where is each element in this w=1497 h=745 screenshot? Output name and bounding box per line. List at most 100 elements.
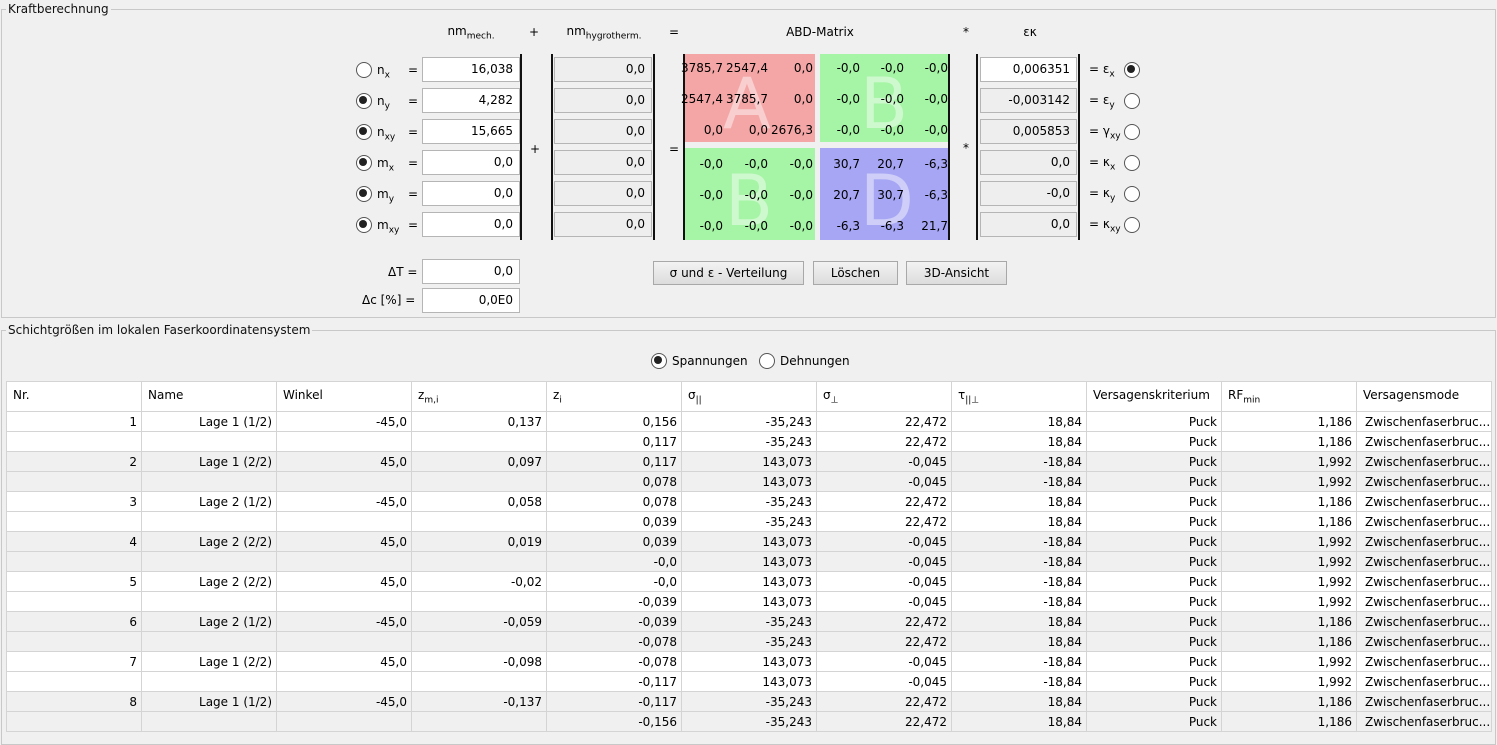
table-cell: Zwischenfaserbruc... xyxy=(1356,691,1492,712)
column-header-5[interactable]: σ|| xyxy=(681,381,817,412)
table-cell: Puck xyxy=(1086,591,1222,612)
table-cell: Lage 2 (1/2) xyxy=(141,611,277,632)
eps-y-field: -0,003142 xyxy=(980,88,1077,113)
eps-y-radio[interactable] xyxy=(1124,93,1140,109)
abd-cell: 3785,7 xyxy=(726,92,768,106)
table-row[interactable]: -0,117 143,073 -0,045 -18,84 Puck 1,992 Zwisch… xyxy=(6,671,1492,692)
table-cell: 2 xyxy=(6,451,142,472)
loeschen-button[interactable]: Löschen xyxy=(813,261,898,285)
table-cell: Zwischenfaserbruc... xyxy=(1356,631,1492,652)
table-row[interactable]: -0,078 -35,243 22,472 18,84 Puck 1,186 Zwische… xyxy=(6,631,1492,652)
load-mx-radio[interactable] xyxy=(356,155,372,171)
eps-xy-radio[interactable] xyxy=(1124,124,1140,140)
table-cell: 18,84 xyxy=(951,691,1087,712)
table-cell: 7 xyxy=(6,651,142,672)
table-cell: -18,84 xyxy=(951,651,1087,672)
abd-cell: -6,3 xyxy=(924,188,948,202)
load-my-radio[interactable] xyxy=(356,186,372,202)
column-header-6[interactable]: σ⊥ xyxy=(816,381,952,412)
table-cell: Puck xyxy=(1086,671,1222,692)
load-nx-mech-field[interactable]: 16,038 xyxy=(422,57,520,82)
load-nxy-mech-field[interactable]: 15,665 xyxy=(422,119,520,144)
table-row[interactable]: 6 Lage 2 (1/2) -45,0 -0,059 -0,039 -35,243 22,… xyxy=(6,611,1492,632)
table-cell: 6 xyxy=(6,611,142,632)
load-my-mech-field[interactable]: 0,0 xyxy=(422,181,520,206)
table-cell: 143,073 xyxy=(681,671,817,692)
eps-xy-label: = κxy xyxy=(1089,217,1121,235)
table-cell: Puck xyxy=(1086,431,1222,452)
table-cell: -0,045 xyxy=(816,451,952,472)
table-cell: Zwischenfaserbruc... xyxy=(1356,531,1492,552)
table-cell: 22,472 xyxy=(816,491,952,512)
abd-cell: 0,0 xyxy=(703,123,723,137)
column-header-9[interactable]: RFmin xyxy=(1221,381,1357,412)
eps-xy-field: 0,005853 xyxy=(980,119,1077,144)
table-row[interactable]: 0,078 143,073 -0,045 -18,84 Puck 1,992 Zwische… xyxy=(6,471,1492,492)
table-row[interactable]: 5 Lage 2 (2/2) 45,0 -0,02 -0,0 143,073 -0,045-… xyxy=(6,571,1492,592)
load-ny-label: ny xyxy=(377,94,390,112)
3d-ansicht-button[interactable]: 3D-Ansicht xyxy=(906,261,1007,285)
eps-x-radio[interactable] xyxy=(1124,62,1140,78)
column-header-10[interactable]: Versagensmode xyxy=(1356,381,1492,412)
dehnungen-label[interactable]: Dehnungen xyxy=(780,354,850,368)
table-cell: -45,0 xyxy=(276,411,412,432)
abd-cell: 30,7 xyxy=(877,188,904,202)
column-header-2[interactable]: Winkel xyxy=(276,381,412,412)
table-cell: 143,073 xyxy=(681,591,817,612)
table-cell: 1,992 xyxy=(1221,551,1357,572)
equals-header: = xyxy=(668,25,680,39)
column-header-0[interactable]: Nr. xyxy=(6,381,142,412)
abd-cell: -0,0 xyxy=(789,219,813,233)
table-cell: 1,186 xyxy=(1221,431,1357,452)
table-cell: 18,84 xyxy=(951,491,1087,512)
eps-x-radio[interactable] xyxy=(1124,155,1140,171)
table-row[interactable]: 2 Lage 1 (2/2) 45,0 0,097 0,117 143,073 -0,045… xyxy=(6,451,1492,472)
table-header-row: Nr. Name Winkel zm,i zi σ|| σ⊥ τ||⊥ Versagenskri… xyxy=(6,381,1492,412)
table-cell: -0,045 xyxy=(816,591,952,612)
eps-xy-radio[interactable] xyxy=(1124,217,1140,233)
eps-x-field[interactable]: 0,006351 xyxy=(980,57,1077,82)
column-header-1[interactable]: Name xyxy=(141,381,277,412)
delta-t-field[interactable]: 0,0 xyxy=(422,259,520,284)
table-row[interactable]: -0,156 -35,243 22,472 18,84 Puck 1,186 Zwische… xyxy=(6,711,1492,732)
table-row[interactable]: 8 Lage 1 (1/2) -45,0 -0,137 -0,117 -35,243 22,… xyxy=(6,691,1492,712)
table-row[interactable]: 0,117 -35,243 22,472 18,84 Puck 1,186 Zwischen… xyxy=(6,431,1492,452)
load-ny-radio[interactable] xyxy=(356,93,372,109)
table-cell: 45,0 xyxy=(276,451,412,472)
load-nx-radio[interactable] xyxy=(356,62,372,78)
load-ny-mech-field[interactable]: 4,282 xyxy=(422,88,520,113)
load-mx-mech-field[interactable]: 0,0 xyxy=(422,150,520,175)
column-header-8[interactable]: Versagenskriterium xyxy=(1086,381,1222,412)
sigma-epsilon-verteilung-button[interactable]: σ und ε - Verteilung xyxy=(653,261,804,285)
bracket xyxy=(551,54,553,240)
table-cell: -0,039 xyxy=(546,611,682,632)
table-cell: Puck xyxy=(1086,711,1222,732)
plus-header: + xyxy=(528,25,540,39)
eps-y-radio[interactable] xyxy=(1124,186,1140,202)
spannungen-label[interactable]: Spannungen xyxy=(672,354,748,368)
table-row[interactable]: 3 Lage 2 (1/2) -45,0 0,058 0,078 -35,243 22,47… xyxy=(6,491,1492,512)
table-cell: Zwischenfaserbruc... xyxy=(1356,651,1492,672)
abd-cell: 0,0 xyxy=(748,123,768,137)
column-header-3[interactable]: zm,i xyxy=(411,381,547,412)
load-mxy-label: mxy xyxy=(377,218,400,236)
table-cell: 0,039 xyxy=(546,511,682,532)
column-header-7[interactable]: τ||⊥ xyxy=(951,381,1087,412)
delta-c-field[interactable]: 0,0E0 xyxy=(422,288,520,313)
load-mxy-radio[interactable] xyxy=(356,217,372,233)
table-row[interactable]: 7 Lage 1 (2/2) 45,0 -0,098 -0,078 143,073 -0,0… xyxy=(6,651,1492,672)
dehnungen-radio[interactable] xyxy=(759,353,775,369)
table-row[interactable]: -0,0 143,073 -0,045 -18,84 Puck 1,992 Zwischen… xyxy=(6,551,1492,572)
load-mxy-mech-field[interactable]: 0,0 xyxy=(422,212,520,237)
table-row[interactable]: -0,039 143,073 -0,045 -18,84 Puck 1,992 Zwisch… xyxy=(6,591,1492,612)
table-cell: -45,0 xyxy=(276,491,412,512)
load-nxy-radio[interactable] xyxy=(356,124,372,140)
column-header-4[interactable]: zi xyxy=(546,381,682,412)
spannungen-radio[interactable] xyxy=(651,353,667,369)
table-row[interactable]: 0,039 -35,243 22,472 18,84 Puck 1,186 Zwischen… xyxy=(6,511,1492,532)
table-row[interactable]: 1 Lage 1 (1/2) -45,0 0,137 0,156 -35,243 22,47… xyxy=(6,411,1492,432)
table-row[interactable]: 4 Lage 2 (2/2) 45,0 0,019 0,039 143,073 -0,045… xyxy=(6,531,1492,552)
equals-sign: = xyxy=(408,125,419,139)
abd-cell: -0,0 xyxy=(924,123,948,137)
eps-x-label: = κx xyxy=(1089,155,1116,173)
